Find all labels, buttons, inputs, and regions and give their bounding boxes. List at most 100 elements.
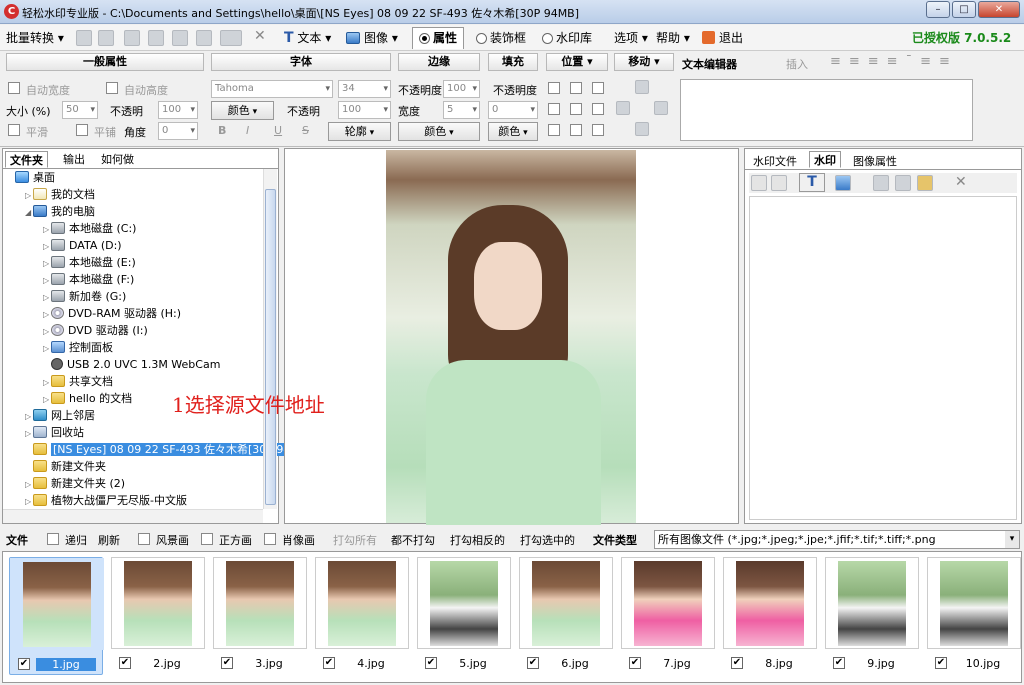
copy-icon[interactable]	[873, 175, 889, 191]
options-menu[interactable]: 选项 ▾	[614, 29, 648, 47]
thumbnail-item[interactable]: ✔ 10.jpg	[927, 557, 1021, 675]
expand-icon[interactable]: ▷	[25, 187, 33, 204]
down-icon[interactable]	[771, 175, 787, 191]
font-size-select[interactable]: 34	[338, 80, 391, 98]
expand-icon[interactable]: ▷	[43, 340, 51, 357]
image-tool-icon[interactable]	[835, 175, 851, 191]
tree-node[interactable]: ◢ 我的电脑	[25, 203, 95, 220]
text-tool-icon[interactable]: T	[799, 173, 825, 192]
cut-icon[interactable]	[895, 175, 911, 191]
fill-header[interactable]: 填充	[488, 53, 538, 71]
size-spinner[interactable]: 50	[62, 101, 98, 119]
delete-icon[interactable]: ✕	[955, 174, 967, 190]
pos-top-center[interactable]	[570, 82, 582, 94]
invert-check-button[interactable]: 打勾相反的	[450, 532, 505, 548]
thumbnail-checkbox[interactable]: ✔	[527, 657, 539, 669]
tab-watermark-files[interactable]: 水印文件	[749, 153, 801, 170]
thumbnail-item[interactable]: ✔ 3.jpg	[213, 557, 307, 675]
font-header[interactable]: 字体	[211, 53, 391, 71]
tree-node[interactable]: ▷ 控制面板	[43, 339, 113, 356]
pos-mid-right[interactable]	[592, 103, 604, 115]
underline-button[interactable]: U	[274, 124, 282, 137]
tab-watermark[interactable]: 水印	[809, 151, 841, 168]
thumbnail-checkbox[interactable]: ✔	[221, 657, 233, 669]
tree-node[interactable]: ▷ 本地磁盘 (E:)	[43, 254, 136, 271]
auto-width-checkbox[interactable]	[8, 82, 20, 94]
tree-node[interactable]: ▷ 我的文档	[25, 186, 95, 203]
thumbnail-item[interactable]: ✔ 2.jpg	[111, 557, 205, 675]
close-button[interactable]: ✕	[978, 1, 1020, 18]
expand-icon[interactable]: ◢	[25, 204, 33, 221]
tree-node[interactable]: ▷ DVD 驱动器 (I:)	[43, 322, 148, 339]
move-left-icon[interactable]	[616, 101, 630, 115]
uncheck-all-button[interactable]: 都不打勾	[391, 532, 435, 548]
bold-button[interactable]: B	[218, 124, 226, 137]
insert-menu[interactable]: 插入	[786, 56, 808, 72]
thumbnail-checkbox[interactable]: ✔	[18, 658, 30, 670]
tile-checkbox[interactable]	[76, 124, 88, 136]
thumbnail-checkbox[interactable]: ✔	[833, 657, 845, 669]
thumbnail-item[interactable]: ✔ 9.jpg	[825, 557, 919, 675]
move-down-icon[interactable]	[635, 122, 649, 136]
tree-node[interactable]: ▷ 共享文档	[43, 373, 113, 390]
pos-center[interactable]	[570, 103, 582, 115]
border-color-button[interactable]: 颜色	[398, 122, 480, 141]
pos-top-left[interactable]	[548, 82, 560, 94]
tree-node[interactable]: ▷ 本地磁盘 (C:)	[43, 220, 136, 237]
tab-howto[interactable]: 如何做	[97, 151, 138, 168]
refresh-button[interactable]: 刷新	[98, 532, 120, 548]
tree-node[interactable]: 新建文件夹	[25, 458, 106, 475]
pos-bottom-center[interactable]	[570, 124, 582, 136]
align-icons[interactable]: ≡≡≡≡¯≡≡	[830, 54, 958, 69]
expand-icon[interactable]: ▷	[43, 306, 51, 323]
move-header[interactable]: 移动 ▾	[614, 53, 674, 71]
batch-convert-menu[interactable]: 批量转换 ▾	[6, 29, 64, 47]
expand-icon[interactable]: ▷	[43, 221, 51, 238]
auto-height-checkbox[interactable]	[106, 82, 118, 94]
font-name-select[interactable]: Tahoma	[211, 80, 333, 98]
pos-mid-left[interactable]	[548, 103, 560, 115]
tab-folders[interactable]: 文件夹	[5, 151, 48, 168]
thumbnail-item[interactable]: ✔ 6.jpg	[519, 557, 613, 675]
move-right-icon[interactable]	[654, 101, 668, 115]
expand-icon[interactable]: ▷	[43, 289, 51, 306]
thumbnail-checkbox[interactable]: ✔	[425, 657, 437, 669]
paste-icon[interactable]	[220, 30, 242, 46]
exit-button[interactable]: 退出	[702, 29, 743, 47]
tab-frame[interactable]: 装饰框	[476, 29, 526, 47]
tree-node[interactable]: ▷ 网上邻居	[25, 407, 95, 424]
up-icon[interactable]	[751, 175, 767, 191]
fill-color-button[interactable]: 颜色	[488, 122, 538, 141]
text-editor-area[interactable]	[680, 79, 973, 141]
tree-node[interactable]: ▷ 新建文件夹 (2)	[25, 475, 125, 492]
font-color-button[interactable]: 颜色	[211, 101, 274, 120]
smooth-checkbox[interactable]	[8, 124, 20, 136]
landscape-checkbox[interactable]	[138, 533, 150, 545]
image-menu[interactable]: 图像 ▾	[346, 29, 398, 47]
square-checkbox[interactable]	[201, 533, 213, 545]
font-opacity-spinner[interactable]: 100	[338, 101, 391, 119]
position-header[interactable]: 位置 ▾	[546, 53, 608, 71]
tree-node[interactable]: USB 2.0 UVC 1.3M WebCam	[43, 356, 220, 373]
general-props-header[interactable]: 一般属性	[6, 53, 204, 71]
angle-spinner[interactable]: 0	[158, 122, 198, 140]
expand-icon[interactable]: ▷	[25, 493, 33, 510]
expand-icon[interactable]: ▷	[25, 408, 33, 425]
tab-properties[interactable]: 属性	[412, 27, 465, 49]
expand-icon[interactable]: ▷	[25, 425, 33, 442]
tree-node[interactable]: ▷ DVD-RAM 驱动器 (H:)	[43, 305, 181, 322]
move-up-icon[interactable]	[635, 80, 649, 94]
recurse-checkbox[interactable]	[47, 533, 59, 545]
tree-node[interactable]: ▷ 本地磁盘 (F:)	[43, 271, 134, 288]
thumbnail-item[interactable]: ✔ 5.jpg	[417, 557, 511, 675]
image-preview-panel[interactable]: 1选择源文件地址	[172, 148, 739, 525]
pos-top-right[interactable]	[592, 82, 604, 94]
tree-hscrollbar[interactable]	[3, 509, 263, 523]
border-header[interactable]: 边缘	[398, 53, 480, 71]
tree-node[interactable]: ▷ 新加卷 (G:)	[43, 288, 126, 305]
border-width-spinner[interactable]: 5	[443, 101, 480, 119]
cut-icon[interactable]	[196, 30, 212, 46]
redo-icon[interactable]	[148, 30, 164, 46]
check-selected-button[interactable]: 打勾选中的	[520, 532, 575, 548]
thumbnail-item[interactable]: ✔ 1.jpg	[9, 557, 104, 675]
